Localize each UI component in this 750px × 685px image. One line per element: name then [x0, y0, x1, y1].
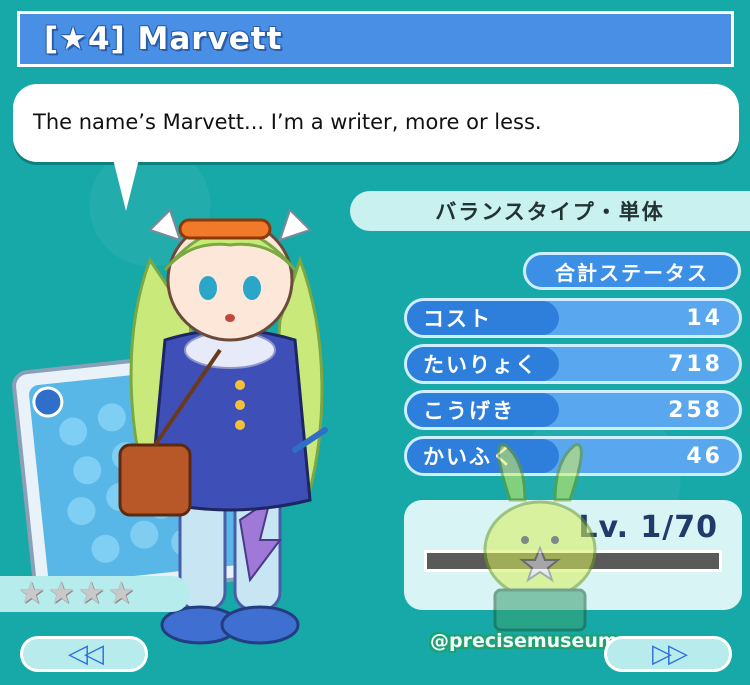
total-stats-header: 合計ステータス: [523, 252, 741, 290]
rarity-star-icon: ★: [107, 576, 135, 611]
card-title: [★4] Marvett: [44, 21, 283, 57]
double-chevron-right-icon: ▷▷: [652, 639, 688, 669]
stat-label: コスト: [407, 301, 559, 335]
dialogue-text: The name’s Marvett... I’m a writer, more…: [33, 110, 542, 134]
stat-value: 14: [686, 305, 723, 331]
stat-value: 718: [668, 351, 723, 377]
previous-character-button[interactable]: ◁◁: [20, 636, 148, 672]
stat-row-cost: コスト 14: [404, 298, 742, 338]
stat-row-attack: こうげき 258: [404, 390, 742, 430]
rarity-star-icon: ★: [18, 576, 45, 611]
character-type-label: バランスタイプ・単体: [350, 191, 750, 231]
stat-label: こうげき: [407, 393, 559, 427]
next-character-button[interactable]: ▷▷: [604, 636, 732, 672]
title-bar: [★4] Marvett: [17, 11, 734, 67]
rarity-star-icon: ★: [77, 576, 105, 611]
rarity-stars: ★ ★ ★ ★: [0, 576, 190, 612]
stat-row-hp: たいりょく 718: [404, 344, 742, 384]
speech-bubble: The name’s Marvett... I’m a writer, more…: [13, 84, 739, 162]
stat-value: 258: [668, 397, 723, 423]
stat-label: たいりょく: [407, 347, 559, 381]
stat-value: 46: [686, 443, 723, 469]
double-chevron-left-icon: ◁◁: [68, 639, 104, 669]
watermark-mascot: [483, 443, 597, 632]
rarity-star-icon: ★: [47, 576, 75, 611]
watermark-handle: @precisemuseum: [430, 630, 618, 652]
